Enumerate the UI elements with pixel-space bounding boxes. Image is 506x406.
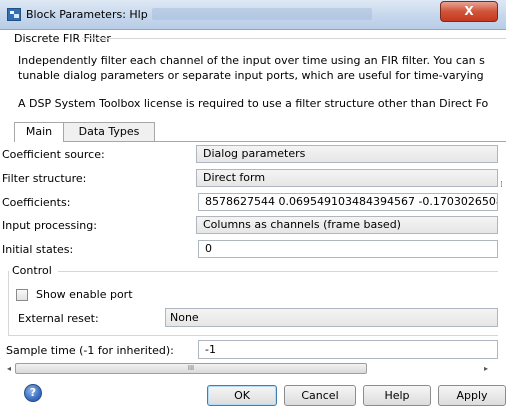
window-title: Block Parameters: Hlp [26,8,148,21]
help-button[interactable]: Help [363,385,431,406]
vertical-scroll-grip[interactable]: ⁞ [500,180,503,190]
filter-structure-label: Filter structure: [2,172,87,185]
simulink-block-icon [7,8,21,21]
show-enable-port-checkbox[interactable] [16,289,28,301]
control-group-border-bottom [8,335,498,336]
external-reset-select[interactable]: None [165,308,498,327]
sample-time-label: Sample time (-1 for inherited): [6,344,174,357]
coefficient-source-select[interactable]: Dialog parameters [196,145,498,163]
show-enable-port-label[interactable]: Show enable port [36,288,133,301]
horizontal-scrollbar-thumb[interactable]: III [15,363,367,374]
cancel-button[interactable]: Cancel [284,385,356,406]
initial-states-label: Initial states: [2,243,74,256]
control-group-border-top [58,271,498,272]
help-icon[interactable]: ? [24,384,42,402]
tab-data-types[interactable]: Data Types [63,122,155,141]
coefficients-input[interactable]: 8578627544 0.069549103484394567 -0.17030… [198,193,498,211]
scroll-right-arrow-icon[interactable]: ▸ [484,364,488,373]
group-divider [82,38,506,39]
ok-button[interactable]: OK [207,385,277,406]
close-button[interactable]: X [440,1,498,22]
sample-time-input[interactable]: -1 [198,340,498,359]
license-note: A DSP System Toolbox license is required… [18,97,489,110]
block-description-line-2: tunable dialog parameters or separate in… [18,69,484,82]
coefficients-label: Coefficients: [2,196,71,209]
block-description-line-1: Independently filter each channel of the… [18,54,485,67]
initial-states-input[interactable]: 0 [198,240,498,258]
blurred-title-area [152,8,372,20]
control-group-title: Control [12,264,52,277]
apply-button[interactable]: Apply [438,385,506,406]
input-processing-label: Input processing: [2,219,97,232]
input-processing-select[interactable]: Columns as channels (frame based) [196,216,498,234]
external-reset-label: External reset: [18,312,99,325]
coefficient-source-label: Coefficient source: [2,148,105,161]
title-bar: Block Parameters: Hlp X [0,0,506,30]
tab-main[interactable]: Main [14,122,64,142]
tabs-divider [14,141,506,142]
control-group-border-left [8,271,9,335]
filter-structure-select[interactable]: Direct form [196,169,498,187]
scroll-left-arrow-icon[interactable]: ◂ [7,364,11,373]
